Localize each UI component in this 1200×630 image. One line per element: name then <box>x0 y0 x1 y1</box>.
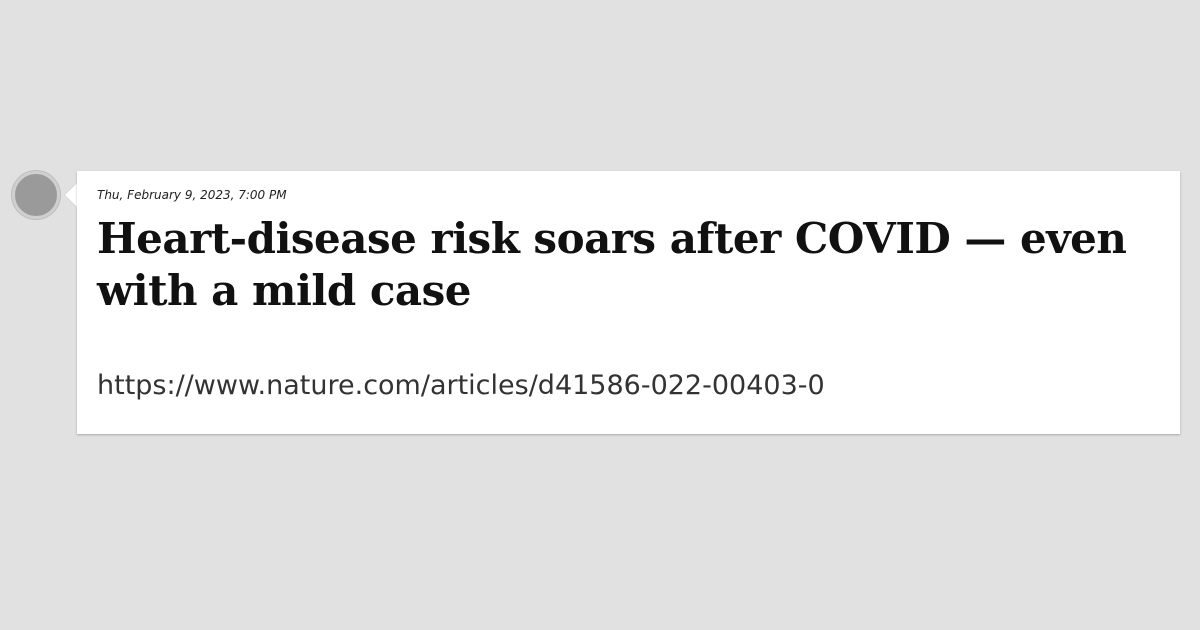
avatar[interactable] <box>12 171 60 219</box>
canvas: Thu, February 9, 2023, 7:00 PM Heart-dis… <box>0 0 1200 630</box>
post-card: Thu, February 9, 2023, 7:00 PM Heart-dis… <box>77 171 1180 434</box>
speech-pointer <box>65 183 77 207</box>
post-timestamp: Thu, February 9, 2023, 7:00 PM <box>97 188 287 202</box>
post-link[interactable]: https://www.nature.com/articles/d41586-0… <box>97 369 1160 403</box>
post-headline: Heart-disease risk soars after COVID — e… <box>97 214 1127 315</box>
